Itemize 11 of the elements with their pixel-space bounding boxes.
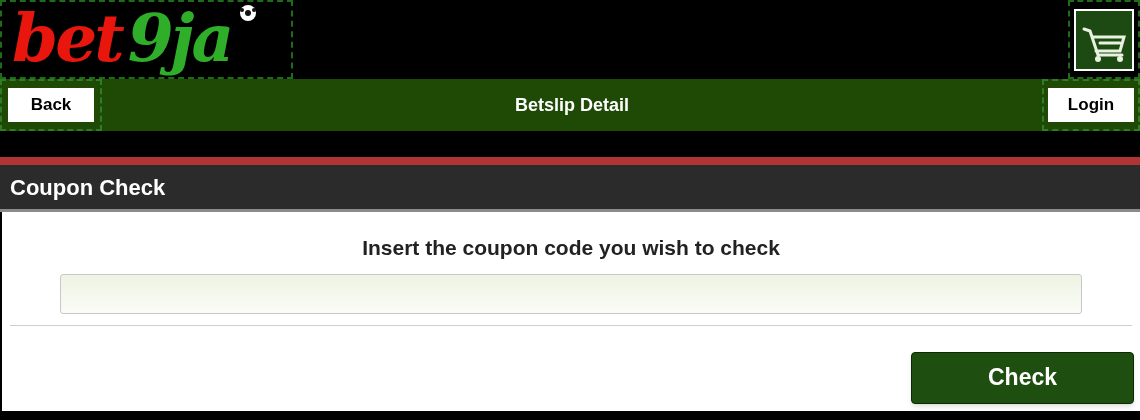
back-button[interactable]: Back [8, 88, 94, 122]
check-button[interactable]: Check [911, 351, 1134, 404]
coupon-code-field[interactable] [60, 273, 1082, 314]
coupon-prompt: Insert the coupon code you wish to check [361, 235, 781, 261]
login-button[interactable]: Login [1048, 88, 1134, 122]
cart-icon[interactable] [1074, 8, 1134, 71]
logo-wordmark: 9ja [127, 2, 233, 76]
section-title: Coupon Check [10, 173, 166, 202]
soccer-ball-icon [239, 4, 258, 22]
logo-wordmark: bet [12, 2, 124, 76]
page-title: Betslip Detail [515, 93, 629, 117]
